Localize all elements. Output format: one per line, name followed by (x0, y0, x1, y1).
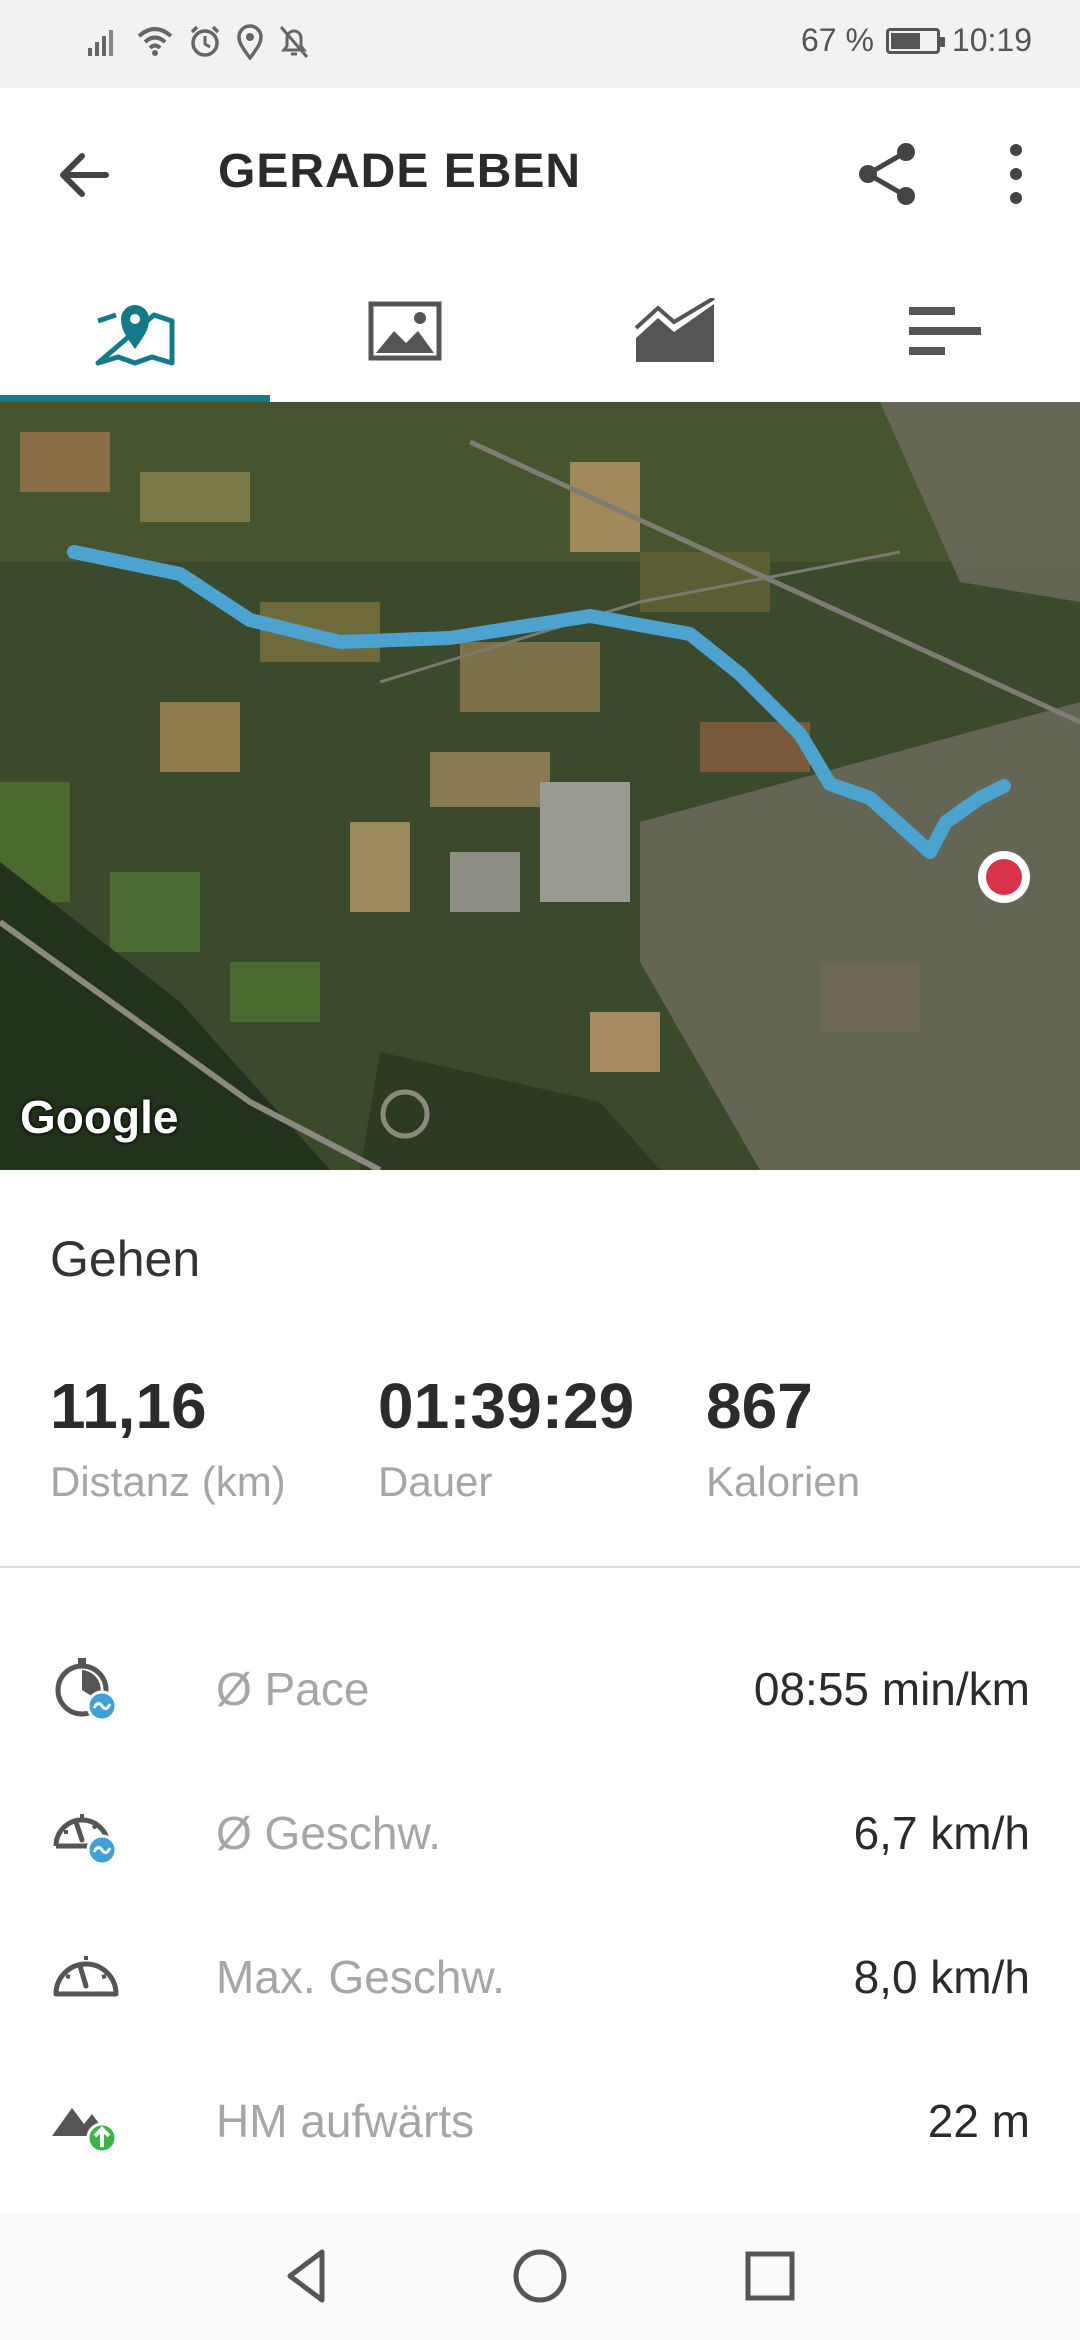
back-arrow-icon (60, 153, 109, 197)
image-icon (368, 301, 442, 361)
battery-icon (885, 27, 945, 54)
system-nav-bar (0, 2212, 1080, 2340)
nav-home-button[interactable] (504, 2240, 576, 2312)
activity-summary: 11,16 Distanz (km) 01:39:29 Dauer 867 Ka… (50, 1370, 1050, 1520)
end-marker (978, 851, 1030, 903)
nav-recents-icon (745, 2251, 795, 2301)
status-bar: 67 % 10:19 (0, 0, 1080, 88)
avg-speed-icon (53, 1814, 118, 1866)
satellite-map (0, 402, 1080, 1170)
nav-recents-button[interactable] (734, 2240, 806, 2312)
location-icon (237, 24, 263, 60)
chart-icon (634, 298, 716, 362)
share-icon (859, 143, 915, 205)
stat-row-pace: Ø Pace 08:55 min/km (0, 1640, 1080, 1740)
max-speed-label: Max. Geschw. (216, 1951, 505, 2003)
avg-speed-value: 6,7 km/h (853, 1807, 1030, 1859)
laps-icon (909, 307, 981, 355)
elevation-value: 22 m (927, 2095, 1030, 2147)
summary-duration: 01:39:29 Dauer (378, 1370, 634, 1506)
max-speed-icon (53, 1956, 119, 1997)
summary-distance: 11,16 Distanz (km) (50, 1370, 286, 1506)
stat-row-elevation: HM aufwärts 22 m (0, 2072, 1080, 2172)
divider (0, 1566, 1080, 1568)
signal-icon (88, 30, 113, 56)
alarm-icon (190, 25, 220, 57)
pace-value: 08:55 min/km (753, 1663, 1030, 1715)
avg-speed-label: Ø Geschw. (216, 1807, 441, 1859)
nav-home-icon (513, 2249, 567, 2303)
elevation-label: HM aufwärts (216, 2095, 475, 2147)
distance-value: 11,16 (50, 1370, 207, 1442)
tab-bar (0, 260, 1080, 402)
pace-label: Ø Pace (216, 1663, 370, 1715)
route-map[interactable]: Google (0, 402, 1080, 1170)
distance-label: Distanz (km) (50, 1458, 286, 1505)
activity-type: Gehen (50, 1231, 201, 1287)
map-pin-icon (95, 305, 175, 366)
app-bar: GERADE EBEN (0, 88, 1080, 260)
tab-laps[interactable] (810, 260, 1080, 402)
tab-charts[interactable] (540, 260, 810, 402)
max-speed-value: 8,0 km/h (853, 1951, 1030, 2003)
back-button[interactable] (50, 140, 120, 210)
google-attribution: Google (20, 1091, 179, 1143)
stat-row-max-speed: Max. Geschw. 8,0 km/h (0, 1928, 1080, 2028)
elevation-up-icon (52, 2108, 118, 2154)
page-title: GERADE EBEN (218, 145, 582, 198)
stat-row-avg-speed: Ø Geschw. 6,7 km/h (0, 1784, 1080, 1884)
tab-map[interactable] (0, 260, 270, 402)
duration-label: Dauer (378, 1458, 493, 1505)
nav-back-button[interactable] (272, 2240, 344, 2312)
share-button[interactable] (852, 138, 924, 210)
pace-icon (55, 1658, 118, 1722)
more-options-button[interactable] (990, 136, 1042, 212)
battery-percent: 67 % (800, 22, 874, 58)
clock: 10:19 (951, 22, 1032, 58)
calories-value: 867 (706, 1370, 813, 1442)
summary-calories: 867 Kalorien (706, 1370, 860, 1506)
wifi-icon (137, 27, 173, 56)
tab-photos[interactable] (270, 260, 540, 402)
notifications-off-icon (279, 26, 309, 58)
more-vert-icon (1010, 144, 1022, 204)
duration-value: 01:39:29 (378, 1370, 635, 1442)
calories-label: Kalorien (706, 1458, 861, 1505)
nav-back-icon (287, 2249, 325, 2303)
